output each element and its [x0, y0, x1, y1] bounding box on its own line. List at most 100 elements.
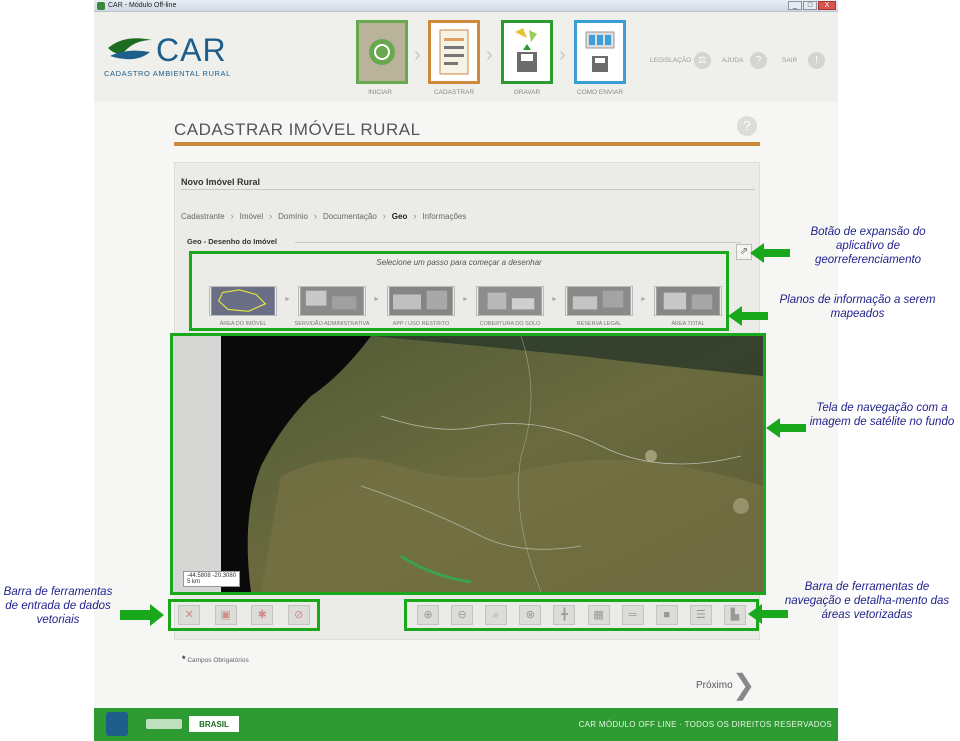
save-disk-icon: [515, 28, 537, 72]
form-panel: Novo Imóvel Rural Cadastrante › Imóvel ›…: [168, 162, 766, 640]
exit-icon[interactable]: !: [808, 52, 825, 69]
draw-polygon-icon[interactable]: ✕: [178, 605, 201, 625]
logo-title: CAR: [156, 32, 227, 68]
layer-label: SERVIDÃO ADMINISTRATIVA: [294, 321, 370, 327]
step-como-enviar-label: COMO ENVIAR: [576, 89, 624, 96]
help-icon[interactable]: ?: [750, 52, 767, 69]
chevron-right-icon: ›: [414, 44, 421, 66]
step-cadastrar-button[interactable]: [428, 20, 480, 84]
measure-icon[interactable]: ╋: [553, 605, 576, 625]
arrow-right-icon: [120, 604, 164, 626]
maximize-button[interactable]: □: [803, 1, 817, 10]
zoom-in-icon[interactable]: ⊕: [417, 605, 440, 625]
chevron-right-icon: ›: [269, 211, 273, 221]
annotation-expand: Botão de expansão do aplicativo de georr…: [810, 226, 926, 266]
app-icon: [97, 2, 105, 10]
zoom-out-icon[interactable]: ⊖: [451, 605, 474, 625]
annotation-layers: Planos de informação a serem mapeados: [779, 294, 936, 320]
window-controls: _ □ X: [788, 1, 836, 10]
chevron-right-icon: ›: [413, 211, 417, 221]
divider: [295, 242, 741, 243]
layer-label: ÁREA TOTAL: [671, 321, 705, 327]
app-window: CAR - Módulo Off-line _ □ X CAR CADASTRO…: [94, 0, 838, 741]
step-como-enviar-button[interactable]: [574, 20, 626, 84]
title-underline: [174, 142, 760, 146]
chevron-right-icon: ›: [486, 44, 493, 66]
next-button[interactable]: Próximo: [696, 680, 733, 691]
coordinate-readout: -44.5808 -20.3080 5 km: [183, 571, 241, 587]
scales-icon[interactable]: ⚖: [694, 52, 711, 69]
breadcrumb-imovel[interactable]: Imóvel: [240, 212, 264, 221]
draw-point-icon[interactable]: ✱: [251, 605, 274, 625]
breadcrumb-documentacao[interactable]: Documentação: [323, 212, 377, 221]
send-icon: [585, 31, 615, 72]
layer-label: RESERVA LEGAL: [576, 321, 622, 327]
step-iniciar-button[interactable]: [356, 20, 408, 84]
app-footer: BRASIL CAR MÓDULO OFF LINE · TODOS OS DI…: [94, 708, 838, 741]
layer-thumb-total[interactable]: [654, 286, 722, 316]
arrow-left-icon: [766, 418, 806, 438]
step-cadastrar-label: CADASTRAR: [433, 89, 475, 96]
breadcrumb: Cadastrante › Imóvel › Domínio › Documen…: [181, 211, 466, 221]
legislacao-link[interactable]: LEGISLAÇÃO: [650, 57, 691, 64]
arrow-right-icon: ►: [284, 296, 291, 303]
annotation-map: Tela de navegação com a imagem de satéli…: [809, 402, 955, 428]
brasil-logo: BRASIL: [188, 715, 240, 733]
minimize-button[interactable]: _: [788, 1, 802, 10]
layer-thumb-cobertura[interactable]: [476, 286, 544, 316]
start-icon: [369, 39, 395, 65]
chevron-right-icon: ›: [313, 211, 317, 221]
arrow-right-icon: ►: [373, 296, 380, 303]
grid-icon[interactable]: ☰: [689, 605, 712, 625]
breadcrumb-informacoes[interactable]: Informações: [422, 212, 466, 221]
vector-toolbar: ✕ ▣ ✱ ⊘: [168, 599, 320, 631]
ministry-logo: [146, 719, 182, 729]
chevron-right-icon: ›: [559, 44, 566, 66]
draw-rect-icon[interactable]: ▣: [214, 605, 237, 625]
layer-thumb-reserva[interactable]: [565, 286, 633, 316]
pan-icon[interactable]: ▦: [587, 605, 610, 625]
title-bar: CAR - Módulo Off-line _ □ X: [94, 0, 838, 12]
legend-icon[interactable]: ▙: [723, 605, 746, 625]
ruler-icon[interactable]: ═: [621, 605, 644, 625]
arrow-left-icon: [728, 306, 768, 326]
ajuda-link[interactable]: AJUDA: [722, 57, 743, 64]
navigation-toolbar: ⊕ ⊖ ⌕ ⊗ ╋ ▦ ═ ■ ☰ ▙: [404, 599, 759, 631]
satellite-map[interactable]: [221, 336, 763, 592]
form-icon: [439, 29, 469, 75]
arrow-left-icon: [750, 243, 790, 263]
breadcrumb-geo[interactable]: Geo: [392, 212, 408, 221]
layer-label: ÁREA DO IMÓVEL: [219, 321, 267, 327]
app-header: CAR CADASTRO AMBIENTAL RURAL INICIAR › C…: [94, 12, 838, 102]
chevron-right-icon: ›: [382, 211, 386, 221]
close-button[interactable]: X: [818, 1, 836, 10]
layer-thumb-area-imovel[interactable]: [209, 286, 277, 316]
map-viewport[interactable]: -44.5808 -20.3080 5 km: [170, 333, 766, 595]
breadcrumb-dominio[interactable]: Domínio: [278, 212, 308, 221]
annotation-right-toolbar: Barra de ferramentas de navegação e deta…: [784, 581, 950, 621]
layers-panel: Selecione um passo para começar a desenh…: [189, 251, 729, 331]
layer-icon[interactable]: ■: [655, 605, 678, 625]
breadcrumb-cadastrante[interactable]: Cadastrante: [181, 212, 225, 221]
chevron-right-icon: ›: [230, 211, 234, 221]
step-gravar-label: GRAVAR: [513, 89, 541, 96]
arrow-left-icon: [748, 604, 788, 624]
layers-prompt: Selecione um passo para começar a desenh…: [376, 258, 542, 267]
chevron-right-icon[interactable]: ❯: [732, 668, 755, 701]
delete-icon[interactable]: ⊘: [287, 605, 310, 625]
layer-label: COBERTURA DO SOLO: [479, 321, 541, 327]
window-title: CAR - Módulo Off-line: [108, 2, 177, 9]
zoom-extent-icon[interactable]: ⊗: [519, 605, 542, 625]
divider: [181, 189, 755, 190]
arrow-right-icon: ►: [640, 296, 647, 303]
zoom-icon[interactable]: ⌕: [485, 605, 508, 625]
page-help-icon[interactable]: ?: [737, 116, 757, 136]
layer-thumb-servidao[interactable]: [298, 286, 366, 316]
logo-subtitle: CADASTRO AMBIENTAL RURAL: [104, 69, 231, 78]
layer-label: APP / USO RESTRITO: [392, 321, 450, 327]
sair-link[interactable]: SAIR: [782, 57, 797, 64]
layer-thumb-app[interactable]: [387, 286, 455, 316]
step-gravar-button[interactable]: [501, 20, 553, 84]
required-note: * Campos Obrigatórios: [182, 654, 249, 664]
panel-title: Novo Imóvel Rural: [181, 177, 261, 187]
